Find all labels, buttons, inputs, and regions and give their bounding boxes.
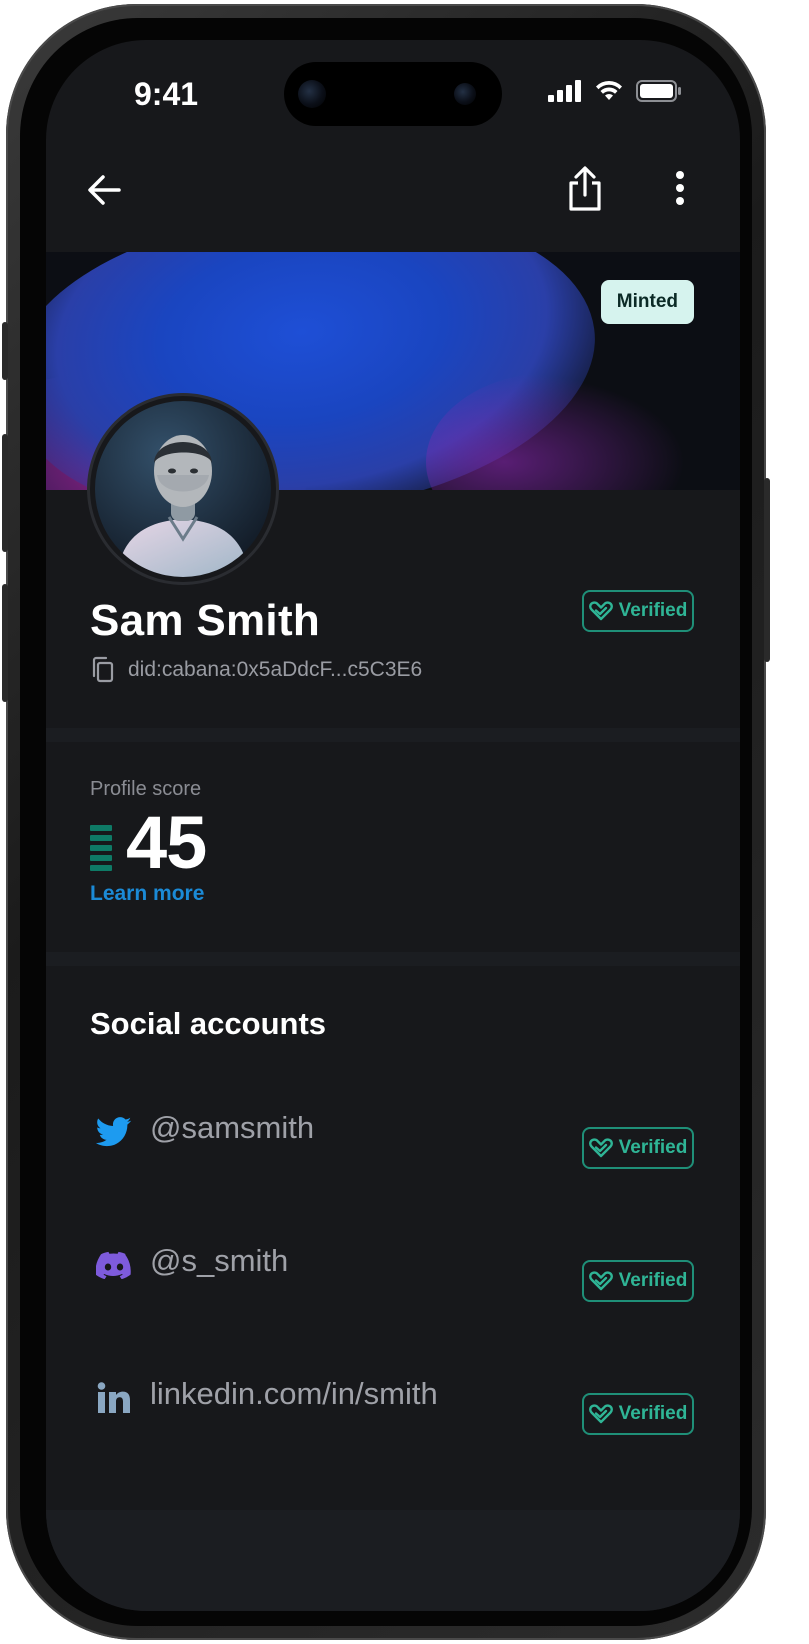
copy-icon[interactable] — [90, 656, 116, 684]
volume-up-button — [2, 434, 8, 552]
minted-badge: Minted — [600, 280, 694, 324]
arrow-left-icon — [88, 175, 121, 205]
profile-score-label: Profile score — [90, 778, 202, 800]
wifi-icon — [596, 80, 622, 100]
status-icons — [548, 80, 682, 102]
more-options-button[interactable] — [660, 164, 700, 212]
camera-right-icon — [454, 83, 476, 105]
back-button[interactable] — [82, 168, 126, 212]
volume-down-button — [2, 584, 8, 702]
linkedin-verified-badge: Verified — [582, 1393, 694, 1435]
did-row[interactable]: did:cabana:0x5aDdcF...c5C3E6 — [90, 656, 422, 684]
camera-left-icon — [298, 80, 326, 108]
share-icon — [569, 166, 601, 211]
share-button[interactable] — [560, 162, 610, 216]
mute-switch — [2, 322, 8, 380]
social-handle: linkedin.com/in/smith — [150, 1376, 438, 1411]
twitter-icon — [94, 1112, 134, 1152]
profile-score-row: 45 — [90, 800, 207, 885]
screen: 9:41 Minted Sam Smith Verified did:caban… — [46, 40, 740, 1611]
dynamic-island — [284, 62, 502, 126]
phone-frame: 9:41 Minted Sam Smith Verified did:caban… — [2, 4, 770, 1640]
battery-icon — [636, 80, 681, 102]
top-action-bar — [46, 150, 740, 260]
verified-heart-icon — [588, 1138, 613, 1158]
profile-name: Sam Smith — [90, 596, 321, 645]
verified-heart-icon — [588, 1404, 613, 1424]
signal-icon — [548, 80, 581, 102]
verified-heart-icon — [588, 601, 613, 621]
discord-icon — [94, 1245, 134, 1285]
linkedin-icon — [94, 1378, 134, 1418]
section-divider — [46, 1510, 740, 1611]
verified-label: Verified — [618, 1270, 688, 1291]
section-divider — [46, 952, 740, 966]
avatar[interactable] — [90, 396, 276, 582]
status-time: 9:41 — [134, 76, 199, 112]
twitter-verified-badge: Verified — [582, 1127, 694, 1169]
verified-label: Verified — [618, 600, 688, 621]
section-divider — [46, 728, 740, 742]
profile-verified-badge: Verified — [582, 590, 694, 632]
verified-heart-icon — [588, 1271, 613, 1291]
profile-score-value: 45 — [126, 801, 207, 884]
more-vertical-icon — [676, 171, 684, 205]
did-address: did:cabana:0x5aDdcF...c5C3E6 — [128, 658, 423, 681]
power-button — [764, 478, 770, 662]
social-handle: @s_smith — [150, 1243, 289, 1278]
avatar-image — [95, 401, 271, 577]
score-level-icon — [90, 824, 112, 871]
discord-verified-badge: Verified — [582, 1260, 694, 1302]
verified-label: Verified — [618, 1403, 688, 1424]
social-handle: @samsmith — [150, 1110, 315, 1145]
verified-label: Verified — [618, 1137, 688, 1158]
learn-more-link[interactable]: Learn more — [90, 882, 204, 906]
social-accounts-title: Social accounts — [90, 1006, 327, 1041]
